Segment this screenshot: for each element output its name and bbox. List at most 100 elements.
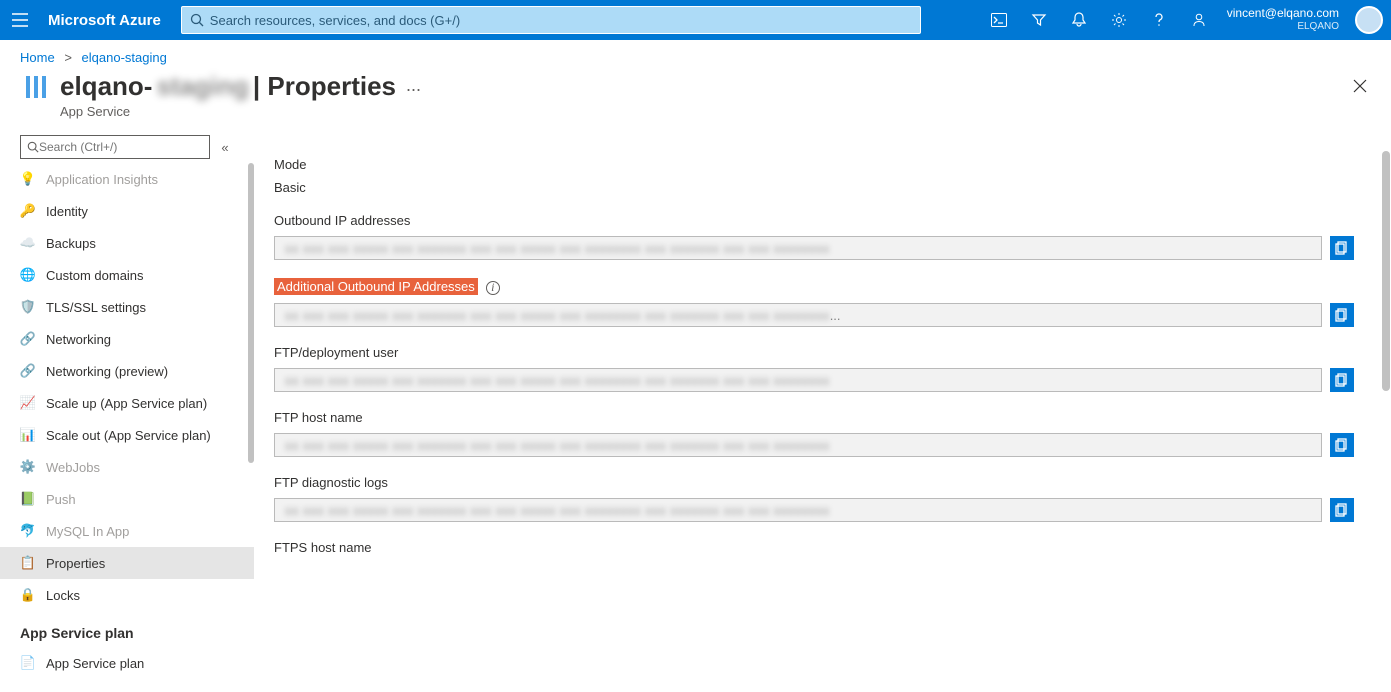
sidebar-menu: 💡 Application Insights 🔑 Identity ☁️ Backups 🌐… [0,163,254,692]
breadcrumb-separator: > [64,50,72,65]
more-actions-button[interactable]: ... [406,71,421,96]
breadcrumb-current[interactable]: elqano-staging [82,50,167,65]
sidebar-item-icon: 🐬 [20,523,36,539]
directory-filter-button[interactable] [1019,0,1059,40]
field-row: xx xxx xxx xxxxx xxx xxxxxxx xxx xxx xxx… [274,303,1354,327]
sidebar-item-mysql-in-app[interactable]: 🐬 MySQL In App [0,515,254,547]
sidebar-item-locks[interactable]: 🔒 Locks [0,579,254,611]
sidebar-item-label: Scale up (App Service plan) [46,396,207,411]
readonly-value[interactable]: xx xxx xxx xxxxx xxx xxxxxxx xxx xxx xxx… [274,433,1322,457]
global-search-input[interactable] [210,13,912,28]
copy-button[interactable] [1330,236,1354,260]
mode-label: Mode [274,157,1355,172]
sidebar-item-label: WebJobs [46,460,100,475]
sidebar-top: « [0,131,254,163]
field-label: Additional Outbound IP Addresses [274,278,478,295]
sidebar-item-label: Custom domains [46,268,144,283]
notifications-button[interactable] [1059,0,1099,40]
sidebar-item-label: Backups [46,236,96,251]
sidebar-item-label: Networking (preview) [46,364,168,379]
sidebar-item-icon: 💡 [20,171,36,187]
sidebar-item-icon: 🌐 [20,267,36,283]
sidebar-item-tls-ssl-settings[interactable]: 🛡️ TLS/SSL settings [0,291,254,323]
app-service-icon [20,71,52,103]
sidebar-item-label: TLS/SSL settings [46,300,146,315]
content: Mode Basic Outbound IP addresses xx xxx x… [254,131,1391,692]
field-label: FTP host name [274,410,1355,425]
sidebar-item-icon: 🛡️ [20,299,36,315]
global-search-wrap [181,6,921,34]
readonly-value[interactable]: xx xxx xxx xxxxx xxx xxxxxxx xxx xxx xxx… [274,498,1322,522]
sidebar-item-label: Push [46,492,76,507]
sidebar-item-icon: 📄 [20,655,36,671]
page-title: elqano-staging | Properties [60,71,396,102]
sidebar-item-scale-up-app-service-plan-[interactable]: 📈 Scale up (App Service plan) [0,387,254,419]
sidebar-item-label: Application Insights [46,172,158,187]
sidebar-item-icon: 🔒 [20,587,36,603]
sidebar-item-label: App Service plan [46,656,144,671]
content-wrap: Mode Basic Outbound IP addresses xx xxx x… [254,131,1391,692]
settings-button[interactable] [1099,0,1139,40]
page-subtitle: App Service [60,104,396,119]
global-search[interactable] [181,6,921,34]
account-info[interactable]: vincent@elqano.com ELQANO [1219,6,1347,34]
avatar[interactable] [1355,6,1383,34]
hamburger-menu[interactable] [0,0,40,40]
sidebar-item-icon: 🔗 [20,331,36,347]
field-row: xx xxx xxx xxxxx xxx xxxxxxx xxx xxx xxx… [274,498,1354,522]
sidebar-item-scale-out-app-service-plan-[interactable]: 📊Scale out (App Service plan) [0,419,254,451]
sidebar-item-label: Networking [46,332,111,347]
sidebar-item-networking-preview-[interactable]: 🔗 Networking (preview) [0,355,254,387]
sidebar-search-input[interactable] [39,140,203,154]
search-icon [190,13,204,27]
sidebar-item-label: Properties [46,556,105,571]
sidebar: « 💡 Application Insights 🔑 Identity ☁️ Backup… [0,131,254,692]
breadcrumb: Home > elqano-staging [0,40,1391,71]
sidebar-item-icon: 📈 [20,395,36,411]
field-label: Outbound IP addresses [274,213,1355,228]
readonly-value[interactable]: xx xxx xxx xxxxx xxx xxxxxxx xxx xxx xxx… [274,303,1322,327]
close-button[interactable] [1349,71,1371,101]
copy-button[interactable] [1330,368,1354,392]
sidebar-search[interactable] [20,135,210,159]
feedback-button[interactable] [1179,0,1219,40]
account-tenant: ELQANO [1297,20,1339,34]
scrollbar-thumb[interactable] [1382,151,1390,391]
sidebar-item-label: MySQL In App [46,524,129,539]
copy-button[interactable] [1330,433,1354,457]
sidebar-item-app-service-plan[interactable]: 📄 App Service plan [0,647,254,679]
page-title-prefix: elqano- [60,71,152,102]
sidebar-item-push[interactable]: 📗Push [0,483,254,515]
sidebar-item-properties[interactable]: 📋Properties [0,547,254,579]
content-scrollbar[interactable] [1381,131,1391,692]
sidebar-item-custom-domains[interactable]: 🌐 Custom domains [0,259,254,291]
sidebar-item-identity[interactable]: 🔑 Identity [0,195,254,227]
page-header: elqano-staging | Properties App Service … [0,71,1391,131]
cloud-shell-button[interactable] [979,0,1019,40]
sidebar-item-networking[interactable]: 🔗 Networking [0,323,254,355]
sidebar-item-icon: 🔗 [20,363,36,379]
breadcrumb-home[interactable]: Home [20,50,55,65]
sidebar-item-label: Locks [46,588,80,603]
sidebar-scrollbar[interactable] [246,163,254,692]
account-email: vincent@elqano.com [1227,6,1339,20]
field-label: FTP/deployment user [274,345,1355,360]
readonly-value[interactable]: xx xxx xxx xxxxx xxx xxxxxxx xxx xxx xxx… [274,368,1322,392]
page-header-text: elqano-staging | Properties App Service [60,71,396,119]
help-button[interactable] [1139,0,1179,40]
sidebar-item-application-insights[interactable]: 💡 Application Insights [0,163,254,195]
info-icon[interactable]: i [486,281,500,295]
sidebar-item-icon: 🔑 [20,203,36,219]
top-actions: vincent@elqano.com ELQANO [979,0,1391,40]
sidebar-item-backups[interactable]: ☁️ Backups [0,227,254,259]
copy-button[interactable] [1330,498,1354,522]
collapse-sidebar-button[interactable]: « [216,140,234,155]
mode-value: Basic [274,180,1355,195]
sidebar-item-label: Scale out (App Service plan) [46,428,211,443]
sidebar-item-webjobs[interactable]: ⚙️WebJobs [0,451,254,483]
field-row: xx xxx xxx xxxxx xxx xxxxxxx xxx xxx xxx… [274,368,1354,392]
readonly-value[interactable]: xx xxx xxx xxxxx xxx xxxxxxx xxx xxx xxx… [274,236,1322,260]
copy-button[interactable] [1330,303,1354,327]
sidebar-item-icon: ☁️ [20,235,36,251]
sidebar-item-label: Identity [46,204,88,219]
